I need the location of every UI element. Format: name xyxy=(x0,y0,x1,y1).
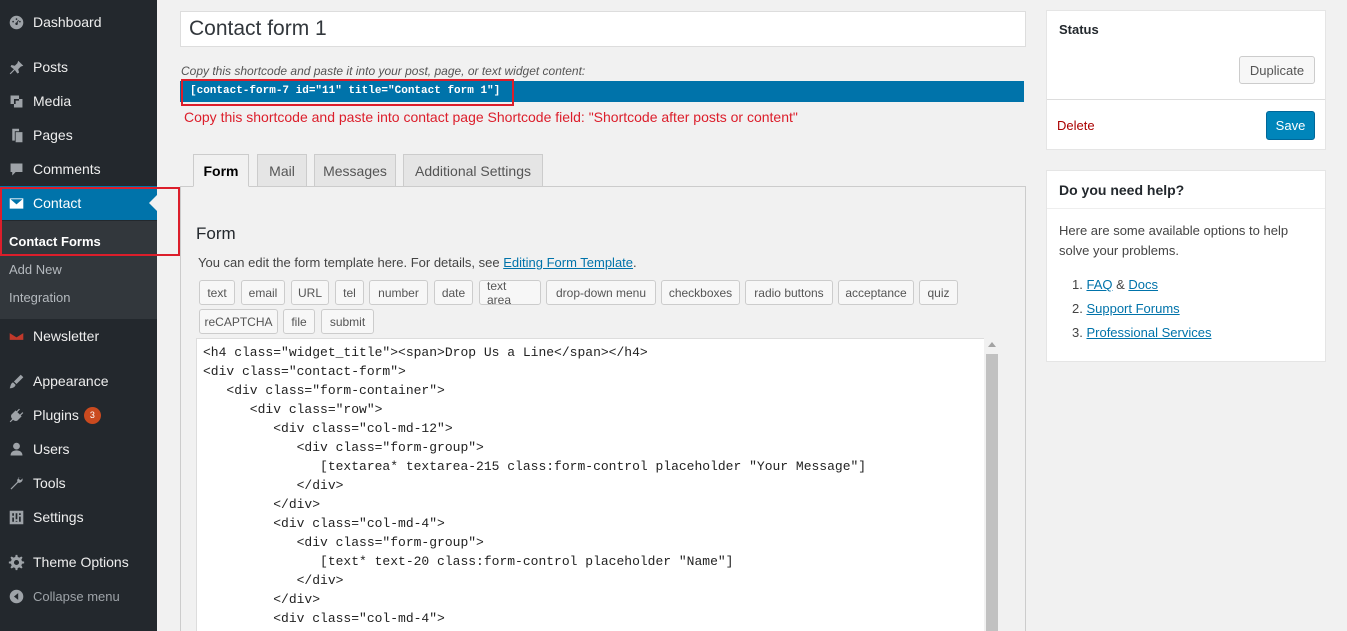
support-forums-link[interactable]: Support Forums xyxy=(1086,301,1179,316)
menu-label: Media xyxy=(33,93,72,109)
media-icon xyxy=(0,93,33,110)
shortcode-field[interactable]: [contact-form-7 id="11" title="Contact f… xyxy=(180,81,1024,102)
amp-text: & xyxy=(1116,277,1125,292)
settings-icon xyxy=(0,509,33,526)
menu-label: Plugins xyxy=(33,407,79,423)
docs-link[interactable]: Docs xyxy=(1128,277,1158,292)
shortcode-label: Copy this shortcode and paste it into yo… xyxy=(181,64,586,78)
tag-button-radio[interactable]: radio buttons xyxy=(745,280,833,305)
collapse-arrow-icon xyxy=(0,588,33,605)
menu-plugins[interactable]: Plugins 3 xyxy=(0,398,157,432)
professional-services-link[interactable]: Professional Services xyxy=(1086,325,1211,340)
menu-label: Comments xyxy=(33,161,101,177)
menu-dashboard[interactable]: Dashboard xyxy=(0,5,157,39)
contact-submenu: Contact Forms Add New Integration xyxy=(0,221,157,319)
update-count-badge: 3 xyxy=(83,406,101,424)
collapse-label: Collapse menu xyxy=(33,588,120,604)
help-option-2: 2. Support Forums xyxy=(1072,301,1180,316)
plugin-icon xyxy=(0,407,33,424)
menu-label: Newsletter xyxy=(33,328,100,344)
faq-link[interactable]: FAQ xyxy=(1086,277,1112,292)
help-box: Do you need help? Here are some availabl… xyxy=(1046,170,1326,362)
save-button[interactable]: Save xyxy=(1266,111,1315,140)
panel-desc-text: You can edit the form template here. For… xyxy=(198,255,504,270)
panel-heading: Form xyxy=(196,224,236,243)
tag-button-number[interactable]: number xyxy=(369,280,428,305)
mail-icon xyxy=(0,195,33,212)
tag-button-quiz[interactable]: quiz xyxy=(919,280,958,305)
menu-theme-options[interactable]: Theme Options xyxy=(0,545,157,579)
help-divider xyxy=(1047,208,1325,209)
menu-pages[interactable]: Pages xyxy=(0,118,157,152)
help-option-1: 1. FAQ & Docs xyxy=(1072,277,1159,292)
panel-desc-end: . xyxy=(633,255,637,270)
menu-contact[interactable]: Contact xyxy=(0,186,157,220)
collapse-menu-button[interactable]: Collapse menu xyxy=(0,579,157,613)
users-icon xyxy=(0,441,33,458)
tag-button-file[interactable]: file xyxy=(283,309,315,334)
form-title-input[interactable]: Contact form 1 xyxy=(180,11,1026,47)
menu-appearance[interactable]: Appearance xyxy=(0,364,157,398)
dashboard-icon xyxy=(0,14,33,31)
submenu-add-new[interactable]: Add New xyxy=(9,262,62,277)
submenu-contact-forms[interactable]: Contact Forms xyxy=(9,234,101,249)
menu-label: Dashboard xyxy=(33,14,102,30)
pin-icon xyxy=(0,59,33,76)
menu-settings[interactable]: Settings xyxy=(0,500,157,534)
menu-label: Theme Options xyxy=(33,554,129,570)
menu-tools[interactable]: Tools xyxy=(0,466,157,500)
tag-button-acceptance[interactable]: acceptance xyxy=(838,280,914,305)
help-options-list: 1. FAQ & Docs 2. Support Forums 3. Profe… xyxy=(1072,273,1211,345)
admin-sidebar: Dashboard Posts Media Pages Comments Con… xyxy=(0,0,157,631)
menu-label: Appearance xyxy=(33,373,109,389)
tab-additional-settings[interactable]: Additional Settings xyxy=(403,154,543,187)
duplicate-button[interactable]: Duplicate xyxy=(1239,56,1315,84)
newsletter-icon xyxy=(0,328,33,345)
form-template-editor[interactable]: <h4 class="widget_title"><span>Drop Us a… xyxy=(196,338,1000,631)
editor-scrollbar[interactable] xyxy=(984,338,1000,631)
menu-label: Pages xyxy=(33,127,73,143)
tag-button-email[interactable]: email xyxy=(241,280,285,305)
tab-form[interactable]: Form xyxy=(193,154,249,187)
status-divider xyxy=(1047,99,1325,100)
brush-icon xyxy=(0,373,33,390)
help-intro: Here are some available options to help … xyxy=(1059,223,1289,258)
tag-button-date[interactable]: date xyxy=(434,280,473,305)
delete-link[interactable]: Delete xyxy=(1057,118,1095,133)
form-template-code[interactable]: <h4 class="widget_title"><span>Drop Us a… xyxy=(197,339,999,631)
tag-button-submit[interactable]: submit xyxy=(321,309,374,334)
panel-description: You can edit the form template here. For… xyxy=(198,255,637,270)
tag-button-text[interactable]: text xyxy=(199,280,235,305)
tag-button-checkboxes[interactable]: checkboxes xyxy=(661,280,740,305)
tag-button-recaptcha[interactable]: reCAPTCHA xyxy=(199,309,278,334)
comment-icon xyxy=(0,161,33,178)
menu-label: Contact xyxy=(33,195,82,211)
menu-newsletter[interactable]: Newsletter xyxy=(0,319,157,353)
submenu-integration[interactable]: Integration xyxy=(9,290,70,305)
menu-media[interactable]: Media xyxy=(0,84,157,118)
menu-label: Tools xyxy=(33,475,66,491)
help-title: Do you need help? xyxy=(1059,182,1185,198)
tag-button-url[interactable]: URL xyxy=(291,280,329,305)
menu-label: Settings xyxy=(33,509,84,525)
tab-messages[interactable]: Messages xyxy=(314,154,396,187)
tag-button-dropdown[interactable]: drop-down menu xyxy=(546,280,656,305)
wrench-icon xyxy=(0,475,33,492)
tab-mail[interactable]: Mail xyxy=(257,154,307,187)
menu-posts[interactable]: Posts xyxy=(0,50,157,84)
menu-users[interactable]: Users xyxy=(0,432,157,466)
shortcode-note: Copy this shortcode and paste into conta… xyxy=(184,109,798,125)
scroll-up-arrow-icon[interactable] xyxy=(988,342,996,347)
menu-label: Posts xyxy=(33,59,69,75)
editing-form-template-link[interactable]: Editing Form Template xyxy=(503,255,633,270)
status-title: Status xyxy=(1059,22,1099,37)
menu-label: Users xyxy=(33,441,70,457)
help-option-3: 3. Professional Services xyxy=(1072,325,1212,340)
tag-button-textarea[interactable]: text area xyxy=(479,279,541,307)
gear-icon xyxy=(0,554,33,571)
pages-icon xyxy=(0,127,33,144)
menu-comments[interactable]: Comments xyxy=(0,152,157,186)
scrollbar-thumb[interactable] xyxy=(986,354,998,631)
tag-button-tel[interactable]: tel xyxy=(335,280,364,305)
